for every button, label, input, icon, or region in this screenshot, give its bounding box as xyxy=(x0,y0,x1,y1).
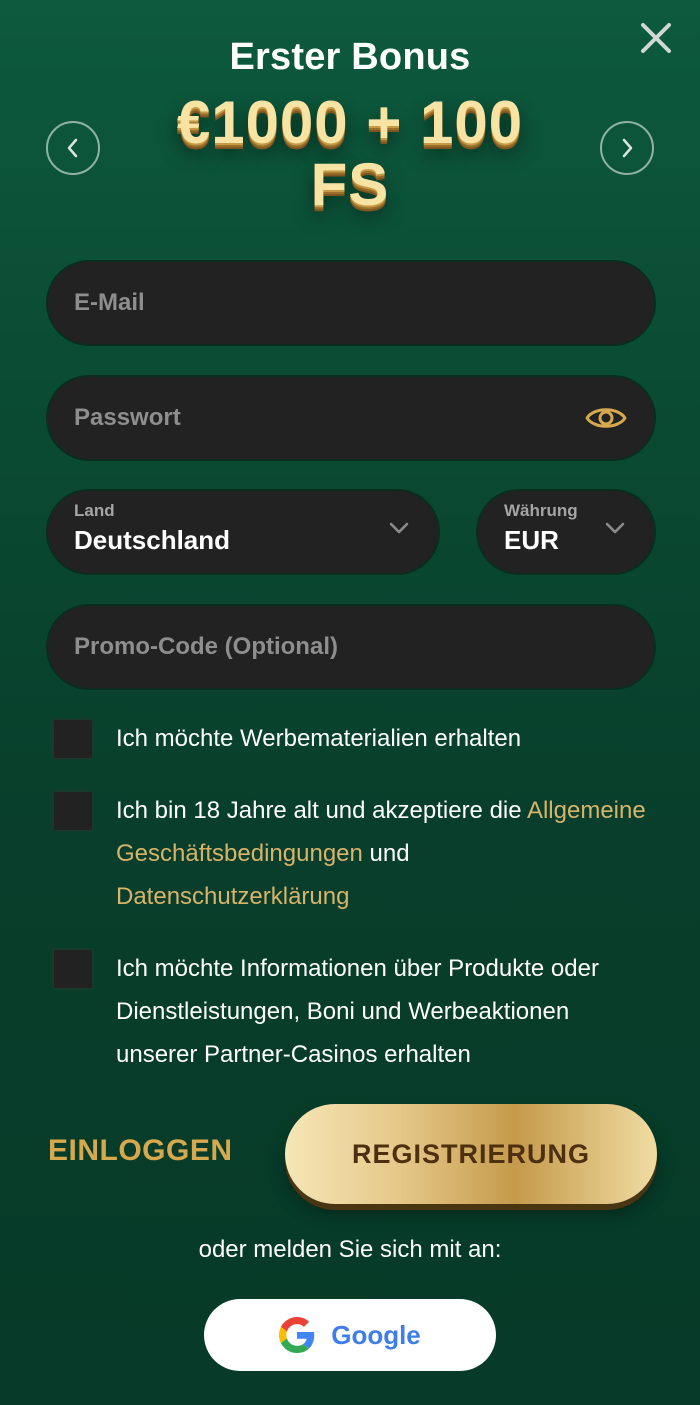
country-value: Deutschland xyxy=(74,525,231,555)
partner-consent-label: Ich möchte Informationen über Produkte o… xyxy=(116,955,599,1068)
register-button[interactable]: REGISTRIERUNG xyxy=(285,1104,657,1204)
marketing-consent-label: Ich möchte Werbematerialien erhalten xyxy=(116,725,522,752)
country-select[interactable]: Land Deutschland xyxy=(46,489,440,575)
partner-consent-row: Ich möchte Informationen über Produkte o… xyxy=(52,948,652,1076)
marketing-consent-checkbox[interactable] xyxy=(52,718,94,760)
promo-code-field[interactable] xyxy=(74,633,628,661)
email-field-container xyxy=(46,260,656,346)
marketing-consent-row: Ich möchte Werbematerialien erhalten xyxy=(52,718,652,760)
password-field[interactable] xyxy=(74,404,584,432)
eye-icon xyxy=(585,408,627,428)
social-login-caption: oder melden Sie sich mit an: xyxy=(198,1236,502,1263)
chevron-left-icon xyxy=(67,138,78,158)
email-field[interactable] xyxy=(74,289,628,317)
registration-modal: Erster Bonus €1000 + 100 FS Land Deutsch… xyxy=(0,0,700,1405)
terms-consent-row: Ich bin 18 Jahre alt und akzeptiere die … xyxy=(52,790,652,918)
terms-prefix-text: Ich bin 18 Jahre alt und akzeptiere die xyxy=(116,797,522,824)
chevron-down-icon xyxy=(389,522,409,534)
next-bonus-button[interactable] xyxy=(600,121,654,175)
login-link[interactable]: EINLOGGEN xyxy=(48,1134,233,1168)
google-label: Google xyxy=(331,1319,421,1350)
previous-bonus-button[interactable] xyxy=(46,121,100,175)
google-logo-icon xyxy=(279,1317,315,1353)
bonus-amount: €1000 + 100 FS xyxy=(176,89,524,218)
chevron-right-icon xyxy=(622,138,633,158)
password-field-container xyxy=(46,375,656,461)
terms-consent-checkbox[interactable] xyxy=(52,790,94,832)
modal-title: Erster Bonus xyxy=(229,36,471,78)
country-label: Land xyxy=(74,501,115,520)
promo-field-container xyxy=(46,604,656,690)
partner-consent-checkbox[interactable] xyxy=(52,948,94,990)
terms-consent-label: Ich bin 18 Jahre alt und akzeptiere die … xyxy=(116,789,646,918)
privacy-link[interactable]: Datenschutzerklärung xyxy=(116,883,349,910)
chevron-down-icon xyxy=(605,522,625,534)
currency-select[interactable]: Währung EUR xyxy=(476,489,656,575)
google-login-button[interactable]: Google xyxy=(204,1299,496,1371)
currency-label: Währung xyxy=(504,501,578,520)
toggle-password-visibility-button[interactable] xyxy=(584,396,628,440)
terms-and-text: und xyxy=(369,840,410,867)
